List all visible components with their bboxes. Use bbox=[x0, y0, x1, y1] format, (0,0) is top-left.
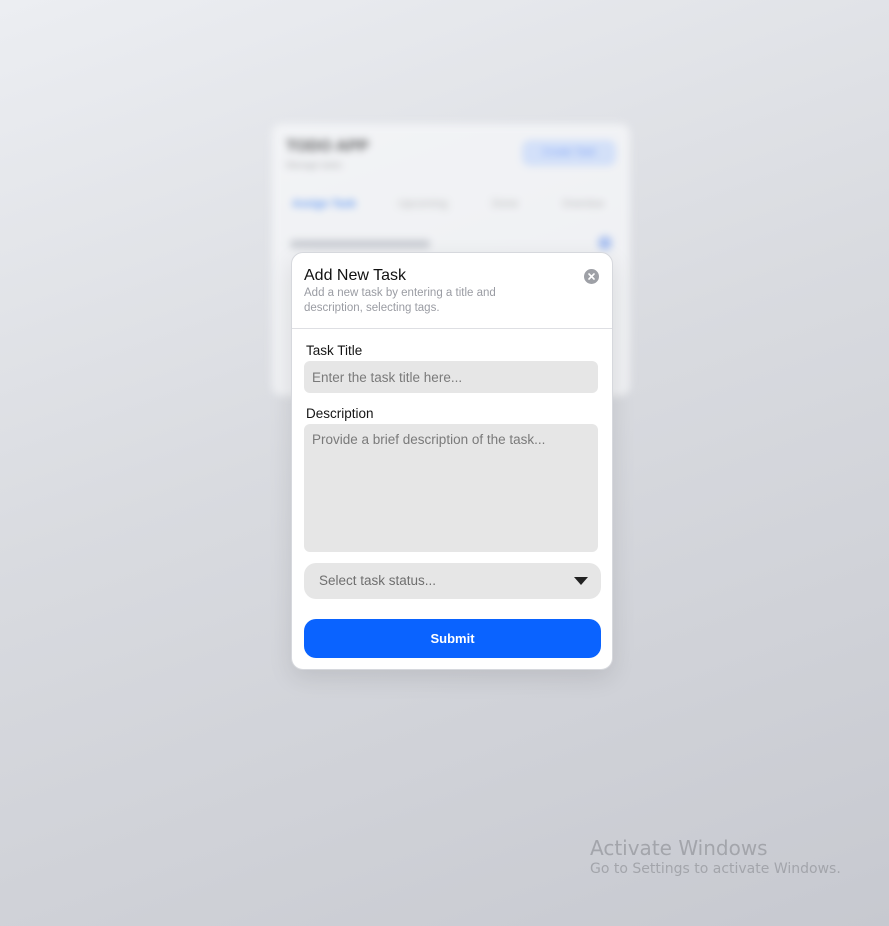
activate-windows-title: Activate Windows bbox=[590, 836, 768, 860]
background-tabs: Assign Task Upcoming Done Overdue bbox=[292, 198, 616, 216]
modal-title: Add New Task bbox=[304, 267, 406, 284]
background-row bbox=[290, 240, 430, 248]
description-label: Description bbox=[306, 406, 374, 421]
background-app-title: TODO APP bbox=[286, 138, 369, 155]
background-row-dot bbox=[598, 236, 612, 250]
background-tab: Overdue bbox=[562, 198, 605, 210]
background-create-button: Create Task bbox=[522, 140, 616, 166]
activate-windows-subtitle: Go to Settings to activate Windows. bbox=[590, 861, 841, 877]
modal-subtitle: Add a new task by entering a title and d… bbox=[304, 287, 496, 314]
description-textarea[interactable] bbox=[304, 424, 598, 552]
modal-header: Add New Task Add a new task by entering … bbox=[292, 253, 612, 329]
add-task-modal: Add New Task Add a new task by entering … bbox=[291, 252, 613, 670]
task-status-select-value: Select task status... bbox=[319, 573, 437, 588]
background-tab: Upcoming bbox=[398, 198, 448, 210]
background-tab: Done bbox=[492, 198, 519, 210]
submit-button[interactable]: Submit bbox=[304, 619, 601, 658]
chevron-down-icon bbox=[574, 577, 588, 585]
close-icon[interactable] bbox=[584, 269, 599, 284]
task-title-label: Task Title bbox=[306, 343, 363, 358]
background-app-subtitle: Manage tasks bbox=[286, 160, 343, 170]
task-status-select[interactable]: Select task status... bbox=[304, 563, 601, 599]
task-title-input[interactable] bbox=[304, 361, 598, 393]
background-tab: Assign Task bbox=[292, 198, 356, 210]
